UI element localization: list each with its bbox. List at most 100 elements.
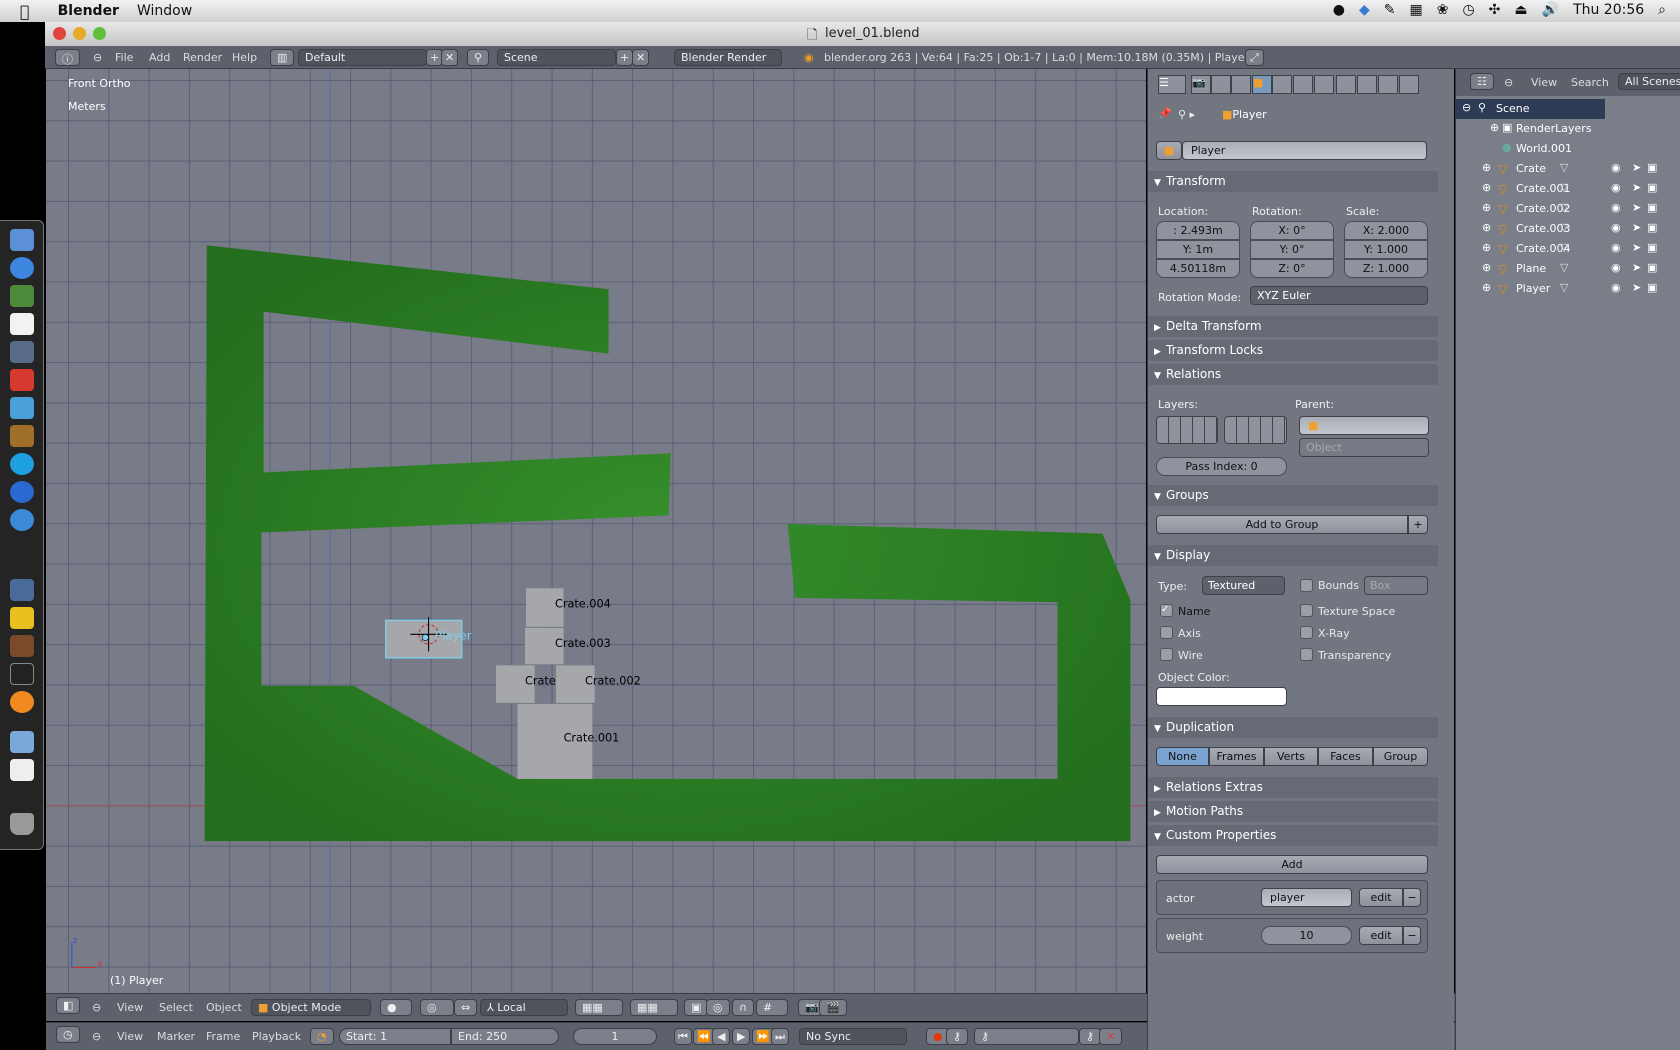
memory-icon[interactable]: ▦ <box>1409 2 1422 18</box>
tab-scene[interactable] <box>1211 75 1231 94</box>
orientation-dropdown[interactable]: ⅄ Local <box>480 999 568 1016</box>
itunes-icon[interactable] <box>10 481 34 503</box>
play-reverse-button[interactable]: ◀ <box>712 1028 731 1045</box>
expand-icon[interactable]: ⊕ <box>1482 261 1491 274</box>
cursor-select-icon[interactable]: ➤ <box>1632 181 1641 194</box>
window-menu[interactable]: Window <box>137 3 192 19</box>
volume-icon[interactable]: 🔊 <box>1542 2 1559 18</box>
calendar-icon[interactable] <box>10 313 34 335</box>
pen-icon[interactable]: ✎ <box>1384 2 1396 18</box>
render-animation-icon[interactable]: 🎬 <box>819 999 847 1016</box>
editor-type-outliner-icon[interactable]: ☷ <box>1470 73 1494 90</box>
tab-data[interactable] <box>1314 75 1334 94</box>
tab-particles[interactable] <box>1378 75 1398 94</box>
dup-faces-button[interactable]: Faces <box>1318 747 1373 766</box>
name-checkbox[interactable]: ✓ <box>1160 604 1173 617</box>
add-group-plus-button[interactable]: + <box>1408 515 1428 534</box>
keying-icon[interactable]: ⚷ <box>946 1028 969 1045</box>
eject-icon[interactable]: ⏏ <box>1514 2 1527 18</box>
menu-search[interactable]: Search <box>1571 76 1609 89</box>
rotation-y-field[interactable]: Y: 0° <box>1250 240 1334 259</box>
menu-frame[interactable]: Frame <box>206 1030 240 1043</box>
cursor-select-icon[interactable]: ➤ <box>1632 161 1641 174</box>
panel-header-transform[interactable]: ▼ Transform <box>1148 171 1438 192</box>
cursor-select-icon[interactable]: ➤ <box>1632 261 1641 274</box>
zoom-button[interactable] <box>93 27 106 40</box>
expand-icon[interactable]: ⊕ <box>1490 121 1499 134</box>
eye-icon[interactable]: ◉ <box>1611 261 1621 274</box>
jump-end-button[interactable]: ⏭ <box>771 1028 789 1045</box>
close-button[interactable] <box>53 27 66 40</box>
tab-texture[interactable] <box>1357 75 1377 94</box>
menu-render[interactable]: Render <box>183 51 222 64</box>
property-value-field[interactable]: player <box>1261 888 1352 907</box>
location-x-field[interactable]: : 2.493m <box>1156 221 1240 240</box>
axis-checkbox[interactable] <box>1160 626 1173 639</box>
3d-viewport[interactable]: Front Ortho Meters (1) Player <box>46 69 1146 993</box>
tree-item-object[interactable]: ⊕ ▽ Crate.002 ▽ ◉ ➤ ▣ <box>1456 199 1680 219</box>
editor-type-info-icon[interactable]: ⓘ <box>55 49 80 66</box>
add-property-button[interactable]: Add <box>1156 855 1428 874</box>
layers-grid-1[interactable] <box>1156 416 1218 444</box>
clock[interactable]: Thu 20:56 <box>1573 2 1644 18</box>
snap-element-dropdown[interactable]: # <box>756 999 788 1016</box>
twitter-icon[interactable] <box>10 397 34 419</box>
menu-view[interactable]: View <box>117 1001 143 1014</box>
end-frame-field[interactable]: End: 250 <box>451 1028 559 1045</box>
time-machine-icon[interactable]: ◷ <box>1462 2 1474 18</box>
panel-header-display[interactable]: ▼ Display <box>1148 545 1438 566</box>
pin-icon[interactable]: 📌 <box>1158 107 1172 120</box>
camera-render-icon[interactable]: ▣ <box>1647 281 1657 294</box>
trash-icon[interactable] <box>10 813 34 835</box>
eye-icon[interactable]: ◉ <box>1611 161 1621 174</box>
cursor-select-icon[interactable]: ➤ <box>1632 201 1641 214</box>
menu-object[interactable]: Object <box>206 1001 242 1014</box>
expand-icon[interactable]: ⊕ <box>1482 181 1491 194</box>
collapse-icon[interactable]: ⊖ <box>93 51 102 64</box>
menu-help[interactable]: Help <box>232 51 257 64</box>
tree-item-object[interactable]: ⊕ ▽ Plane ▽ ◉ ➤ ▣ <box>1456 259 1680 279</box>
app-icon[interactable] <box>10 341 34 363</box>
edit-property-button[interactable]: edit <box>1359 888 1403 907</box>
paw-icon[interactable]: ❀ <box>1437 2 1449 18</box>
gmail-icon[interactable] <box>10 369 34 391</box>
expand-icon[interactable]: ⊕ <box>1482 161 1491 174</box>
finder-icon[interactable] <box>10 229 34 251</box>
location-y-field[interactable]: Y: 1m <box>1156 240 1240 259</box>
add-to-group-button[interactable]: Add to Group <box>1156 515 1408 534</box>
object-color-swatch[interactable] <box>1156 687 1287 706</box>
transparency-checkbox[interactable] <box>1300 648 1313 661</box>
panel-header-delta-transform[interactable]: ▶ Delta Transform <box>1148 316 1438 337</box>
tree-item-object[interactable]: ⊕ ▽ Player ▽ ◉ ➤ ▣ <box>1456 279 1680 299</box>
scale-z-field[interactable]: Z: 1.000 <box>1344 259 1428 278</box>
editor-type-3d-icon[interactable]: ◧ <box>56 997 81 1014</box>
panel-header-relations[interactable]: ▼ Relations <box>1148 364 1438 385</box>
menu-marker[interactable]: Marker <box>157 1030 195 1043</box>
scale-x-field[interactable]: X: 2.000 <box>1344 221 1428 240</box>
remove-property-button[interactable]: − <box>1403 926 1421 945</box>
pass-index-field[interactable]: Pass Index: 0 <box>1156 457 1287 476</box>
layers-grid-2[interactable] <box>1224 416 1287 444</box>
menu-select[interactable]: Select <box>159 1001 193 1014</box>
parent-field[interactable]: ■ <box>1299 416 1429 435</box>
editor-type-timeline-icon[interactable]: ◷ <box>56 1026 80 1043</box>
cursor-select-icon[interactable]: ➤ <box>1632 221 1641 234</box>
scale-y-field[interactable]: Y: 1.000 <box>1344 240 1428 259</box>
safari-icon[interactable] <box>10 509 34 531</box>
current-frame-field[interactable]: 1 <box>573 1028 657 1045</box>
insert-keyframe-button[interactable]: ⚷ <box>1079 1028 1102 1045</box>
remove-property-button[interactable]: − <box>1403 888 1421 907</box>
add-scene-button[interactable]: + <box>616 49 634 66</box>
terminal-icon[interactable] <box>10 663 34 685</box>
jump-start-button[interactable]: ⏮ <box>674 1028 692 1045</box>
expand-icon[interactable]: ⊕ <box>1482 281 1491 294</box>
lock-camera-icon[interactable]: ▣ <box>684 999 709 1016</box>
dup-frames-button[interactable]: Frames <box>1209 747 1264 766</box>
folder-icon[interactable] <box>10 731 34 753</box>
object-name-field[interactable]: Player <box>1182 141 1427 160</box>
dup-group-button[interactable]: Group <box>1373 747 1428 766</box>
wire-checkbox[interactable] <box>1160 648 1173 661</box>
bounds-type-dropdown[interactable]: Box <box>1364 576 1428 595</box>
bluetooth-icon[interactable]: ✣ <box>1489 2 1501 18</box>
tree-item-object[interactable]: ⊕ ▽ Crate ▽ ◉ ➤ ▣ <box>1456 159 1680 179</box>
